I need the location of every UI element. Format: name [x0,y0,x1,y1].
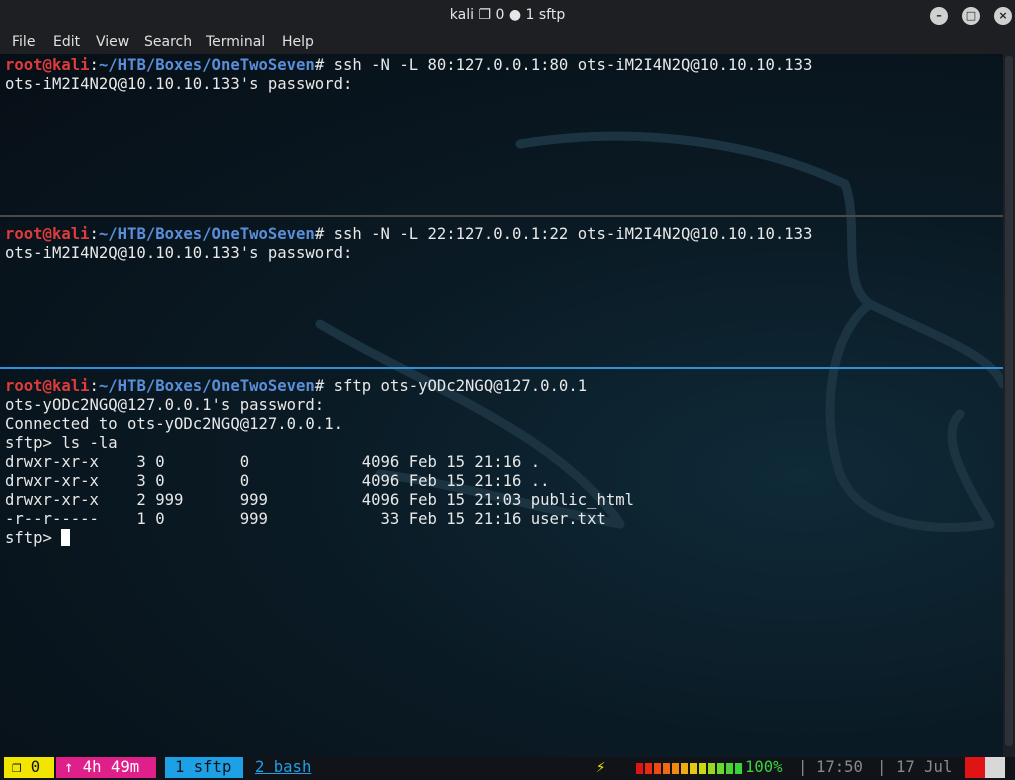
prompt-user: root@kali [5,225,90,243]
minimize-button[interactable]: – [930,7,948,25]
menu-view[interactable]: View [96,34,129,50]
text-cursor [61,529,71,546]
output-line: drwxr-xr-x 3 0 0 4096 Feb 15 21:16 .. [5,472,550,490]
battery-percent: 100% [745,758,783,776]
output-line: sftp> ls -la [5,434,118,452]
window-title: kali ❐ 0 ● 1 sftp [449,7,566,23]
battery-segment [708,763,715,774]
close-button[interactable]: × [994,7,1012,25]
scrollbar-thumb[interactable] [1005,56,1013,746]
battery-segment [672,763,679,774]
menu-terminal[interactable]: Terminal [206,34,265,50]
prompt-line-3: root@kali:~/HTB/Boxes/OneTwoSeven# sftp … [5,377,587,396]
status-separator: | [798,758,808,776]
battery-segment [681,763,688,774]
prompt-line-2: root@kali:~/HTB/Boxes/OneTwoSeven# ssh -… [5,225,812,244]
prompt-path: ~/HTB/Boxes/OneTwoSeven [98,225,315,243]
tmux-status-bar: ❐ 0 ↑ 4h 49m 1 sftp 2 bash ⚡ 100% | 17:5… [0,757,1015,780]
status-white-block [985,757,1005,778]
prompt-char: # [314,56,325,74]
battery-segment [690,763,697,774]
window-tab-bash[interactable]: 2 bash [255,757,311,778]
clock-date: 17 Jul [896,758,953,776]
menu-search[interactable]: Search [144,34,192,50]
output-line: ots-iM2I4N2Q@10.10.10.133's password: [5,244,353,262]
pane-divider[interactable] [0,215,1003,217]
prompt-path: ~/HTB/Boxes/OneTwoSeven [98,377,315,395]
battery-segment [717,763,724,774]
pane-3-active[interactable]: root@kali:~/HTB/Boxes/OneTwoSeven# sftp … [0,377,1003,757]
clock-time: 17:50 [816,758,863,776]
window-tab-active[interactable]: 1 sftp [165,757,243,778]
battery-segment [663,763,670,774]
menu-file[interactable]: File [12,34,35,50]
output-line: drwxr-xr-x 2 999 999 4096 Feb 15 21:03 p… [5,491,635,509]
battery-segment [699,763,706,774]
pane-1[interactable]: root@kali:~/HTB/Boxes/OneTwoSeven# ssh -… [0,54,1003,214]
command-text: ssh -N -L 80:127.0.0.1:80 ots-iM2I4N2Q@1… [324,56,813,74]
power-icon: ⚡ [596,758,606,776]
sftp-prompt-line[interactable]: sftp> [5,529,71,548]
session-indicator: ❐ 0 [4,757,54,778]
uptime-indicator: ↑ 4h 49m [56,757,156,778]
output-line: ots-yODc2NGQ@127.0.0.1's password: [5,396,325,414]
active-pane-divider[interactable] [0,367,1003,369]
command-text: ssh -N -L 22:127.0.0.1:22 ots-iM2I4N2Q@1… [324,225,813,243]
prompt-user: root@kali [5,377,90,395]
menu-help[interactable]: Help [282,34,314,50]
terminal-area[interactable]: root@kali:~/HTB/Boxes/OneTwoSeven# ssh -… [0,54,1003,757]
menu-bar: File Edit View Search Terminal Help [0,32,1015,54]
status-separator: | [877,758,887,776]
prompt-user: root@kali [5,56,90,74]
output-line: -r--r----- 1 0 999 33 Feb 15 21:16 user.… [5,510,606,528]
menu-edit[interactable]: Edit [53,34,80,50]
prompt-char: # [314,377,325,395]
battery-segment [735,763,742,774]
battery-segment [636,763,643,774]
command-text: sftp ots-yODc2NGQ@127.0.0.1 [324,377,588,395]
output-line: drwxr-xr-x 3 0 0 4096 Feb 15 21:16 . [5,453,541,471]
status-red-block [965,757,985,778]
prompt-separator: : [89,56,99,74]
terminal-scrollbar[interactable] [1003,54,1015,757]
pane-2[interactable]: root@kali:~/HTB/Boxes/OneTwoSeven# ssh -… [0,225,1003,365]
output-line: ots-iM2I4N2Q@10.10.10.133's password: [5,75,353,93]
battery-segment [726,763,733,774]
output-line: Connected to ots-yODc2NGQ@127.0.0.1. [5,415,343,433]
sftp-prompt: sftp> [5,529,62,547]
prompt-separator: : [89,225,99,243]
battery-segment [654,763,661,774]
prompt-line-1: root@kali:~/HTB/Boxes/OneTwoSeven# ssh -… [5,56,812,75]
prompt-separator: : [89,377,99,395]
prompt-path: ~/HTB/Boxes/OneTwoSeven [98,56,315,74]
maximize-button[interactable]: □ [962,7,980,25]
window-titlebar[interactable]: kali ❐ 0 ● 1 sftp – □ × [0,0,1015,32]
prompt-char: # [314,225,325,243]
battery-segment [645,763,652,774]
